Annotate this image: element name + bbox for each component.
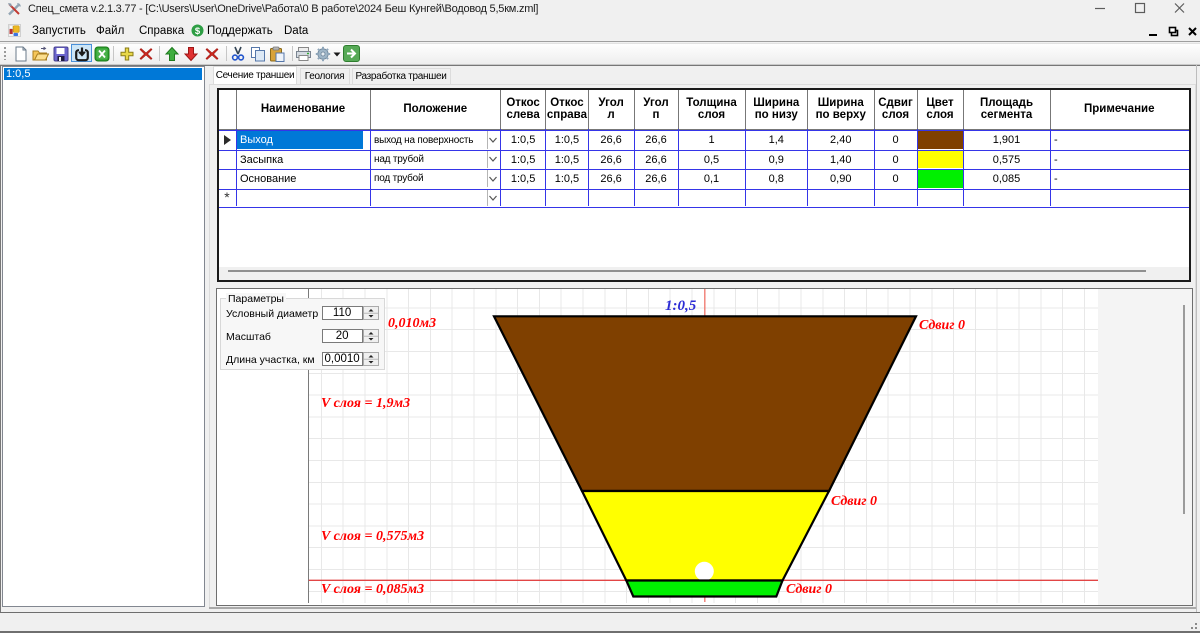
- svg-text:$: $: [195, 26, 201, 37]
